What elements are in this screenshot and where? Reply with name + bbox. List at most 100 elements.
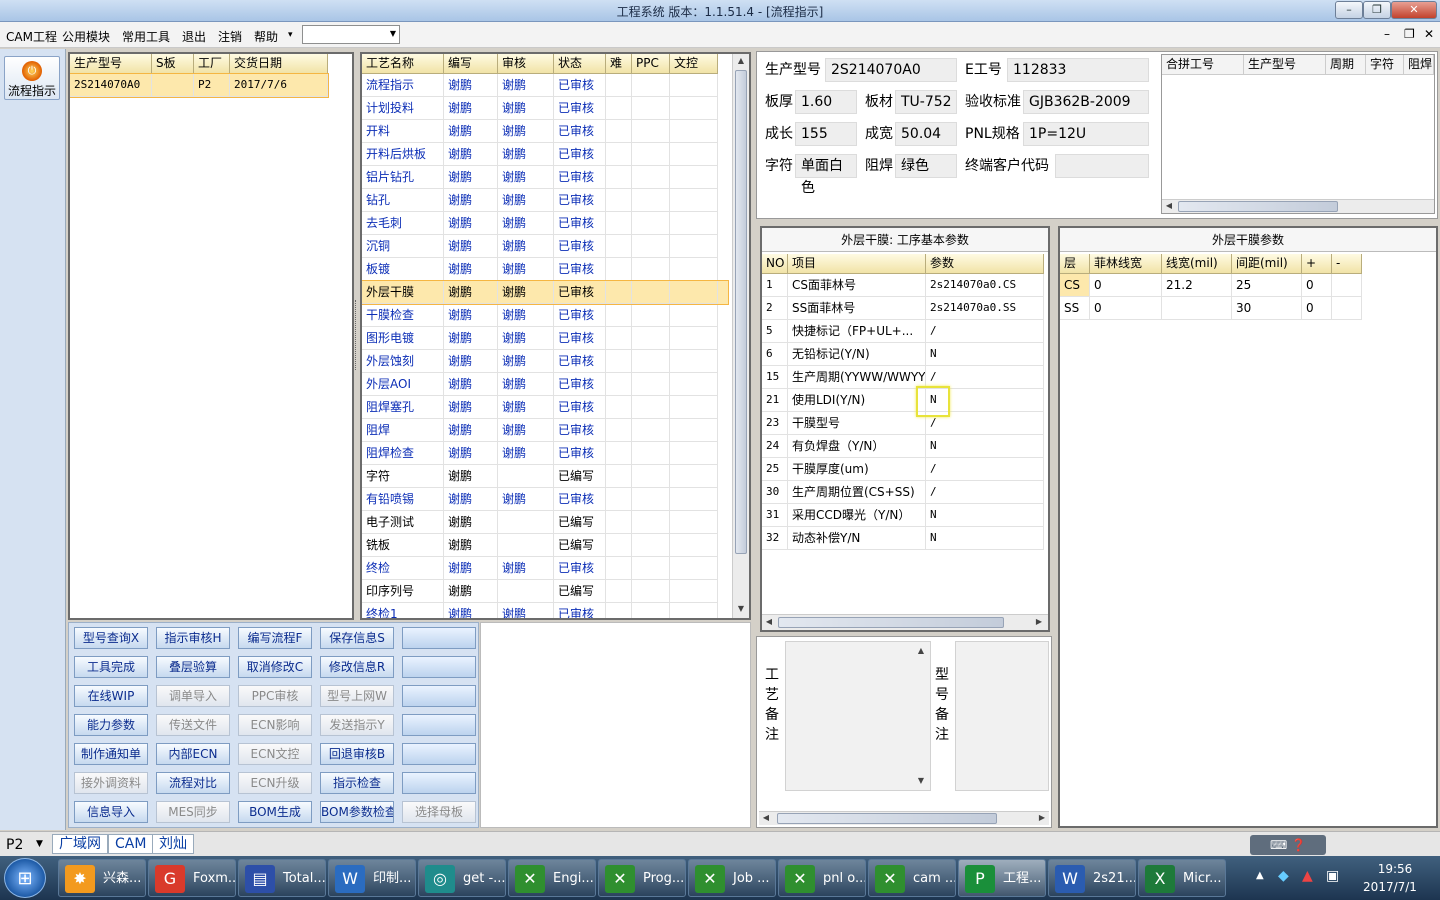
process-col-auditor[interactable]: 审核 xyxy=(498,54,554,74)
clock-date[interactable]: 2017/7/1 xyxy=(1352,880,1428,894)
process-col-writer[interactable]: 编写 xyxy=(444,54,498,74)
mdi-minimize-icon[interactable]: – xyxy=(1384,27,1390,41)
params-row[interactable]: 21 使用LDI(Y/N) N xyxy=(762,389,1048,412)
film-col-lw[interactable]: 线宽(mil) xyxy=(1162,254,1232,274)
tray-toolbar[interactable]: ⌨ ❓ xyxy=(1250,835,1326,855)
function-button[interactable]: 回退审核B xyxy=(320,743,394,765)
process-col-ppc[interactable]: PPC xyxy=(632,54,670,74)
params-col-value[interactable]: 参数 xyxy=(926,254,1044,274)
width-field[interactable]: 50.04 xyxy=(895,122,957,146)
process-row[interactable]: 钻孔 谢鹏 谢鹏 已审核 xyxy=(362,189,728,212)
process-row[interactable]: 印序列号 谢鹏 已编写 xyxy=(362,580,728,603)
film-col-layer[interactable]: 层 xyxy=(1060,254,1090,274)
scroll-up-icon[interactable]: ▲ xyxy=(914,646,928,655)
params-col-item[interactable]: 项目 xyxy=(788,254,926,274)
function-button[interactable]: PPC审核 xyxy=(238,685,312,707)
process-row[interactable]: 终检 谢鹏 谢鹏 已审核 xyxy=(362,557,728,580)
function-button[interactable]: 型号查询X xyxy=(74,627,148,649)
process-col-name[interactable]: 工艺名称 xyxy=(362,54,444,74)
taskbar-item[interactable]: W 印制... xyxy=(328,859,416,897)
process-row[interactable]: 流程指示 谢鹏 谢鹏 已审核 xyxy=(362,74,728,97)
scroll-down-icon[interactable]: ▼ xyxy=(734,604,748,613)
scroll-up-icon[interactable]: ▲ xyxy=(734,56,748,65)
minimize-button[interactable]: – xyxy=(1335,1,1363,19)
function-button[interactable]: 选择母板 xyxy=(402,801,476,823)
process-row[interactable]: 铣板 谢鹏 已编写 xyxy=(362,534,728,557)
function-button[interactable]: 工具完成 xyxy=(74,656,148,678)
function-button[interactable]: 内部ECN xyxy=(156,743,230,765)
taskbar-item[interactable]: ✕ Prog... xyxy=(598,859,686,897)
process-row[interactable]: 板镀 谢鹏 谢鹏 已审核 xyxy=(362,258,728,281)
tray-app-icon[interactable]: ▲ xyxy=(1302,868,1313,884)
function-button[interactable]: 叠层验算 xyxy=(156,656,230,678)
merge-col-model[interactable]: 生产型号 xyxy=(1244,55,1326,75)
menu-exit[interactable]: 退出 xyxy=(182,28,206,45)
process-row[interactable]: 电子测试 谢鹏 已编写 xyxy=(362,511,728,534)
film-lw[interactable] xyxy=(1162,297,1232,320)
film-row[interactable]: CS 0 21.2 25 0 xyxy=(1060,274,1436,297)
function-button[interactable]: 保存信息S xyxy=(320,627,394,649)
length-field[interactable]: 155 xyxy=(795,122,857,146)
params-value[interactable]: N xyxy=(926,343,1044,366)
process-row[interactable]: 外层干膜 谢鹏 谢鹏 已审核 xyxy=(362,280,729,305)
params-row[interactable]: 32 动态补偿Y/N N xyxy=(762,527,1048,550)
process-row[interactable]: 沉铜 谢鹏 谢鹏 已审核 xyxy=(362,235,728,258)
params-row[interactable]: 6 无铅标记(Y/N) N xyxy=(762,343,1048,366)
params-row[interactable]: 2 SS面菲林号 2s214070a0.SS xyxy=(762,297,1048,320)
film-col-plus[interactable]: + xyxy=(1302,254,1332,274)
taskbar-item[interactable]: X Micr... xyxy=(1138,859,1226,897)
process-col-doc[interactable]: 文控 xyxy=(670,54,718,74)
process-notes-textarea[interactable]: ▲ ▼ xyxy=(785,641,931,791)
params-value[interactable]: N xyxy=(926,435,1044,458)
network-icon[interactable]: ▣ xyxy=(1326,868,1339,884)
params-value[interactable]: / xyxy=(926,481,1044,504)
scroll-right-icon[interactable]: ▶ xyxy=(1035,813,1049,822)
process-row[interactable]: 有铅喷锡 谢鹏 谢鹏 已审核 xyxy=(362,488,728,511)
film-col-fw[interactable]: 菲林线宽 xyxy=(1090,254,1162,274)
process-row[interactable]: 干膜检查 谢鹏 谢鹏 已审核 xyxy=(362,304,728,327)
function-button[interactable] xyxy=(402,714,476,736)
menu-common-tools[interactable]: 常用工具 xyxy=(122,28,170,45)
restore-button[interactable]: ❐ xyxy=(1363,1,1391,19)
function-button[interactable]: 指示检查 xyxy=(320,772,394,794)
function-button[interactable]: 修改信息R xyxy=(320,656,394,678)
process-row[interactable]: 开料后烘板 谢鹏 谢鹏 已审核 xyxy=(362,143,728,166)
film-minus[interactable] xyxy=(1332,274,1362,297)
film-layer[interactable]: SS xyxy=(1060,297,1090,320)
menu-logout[interactable]: 注销 xyxy=(218,28,242,45)
merge-col-char[interactable]: 字符 xyxy=(1366,55,1404,75)
film-fw[interactable]: 0 xyxy=(1090,297,1162,320)
merge-hscrollbar[interactable]: ◀ xyxy=(1162,199,1434,213)
film-fw[interactable]: 0 xyxy=(1090,274,1162,297)
merge-scroll-thumb[interactable] xyxy=(1178,201,1338,212)
function-button[interactable]: 取消修改C xyxy=(238,656,312,678)
merge-col-mask[interactable]: 阻焊 xyxy=(1404,55,1434,75)
film-layer[interactable]: CS xyxy=(1060,274,1090,297)
scroll-left-icon[interactable]: ◀ xyxy=(759,813,773,822)
process-row[interactable]: 阻焊 谢鹏 谢鹏 已审核 xyxy=(362,419,728,442)
film-col-sp[interactable]: 间距(mil) xyxy=(1232,254,1302,274)
params-row[interactable]: 24 有负焊盘（Y/N） N xyxy=(762,435,1048,458)
tray-expand-icon[interactable]: ▲ xyxy=(1256,870,1264,881)
scroll-left-icon[interactable]: ◀ xyxy=(762,617,776,626)
scroll-right-icon[interactable]: ▶ xyxy=(1032,617,1046,626)
function-button[interactable]: 在线WIP xyxy=(74,685,148,707)
scroll-left-icon[interactable]: ◀ xyxy=(1162,201,1176,210)
start-button[interactable]: ⊞ xyxy=(4,858,46,898)
function-button[interactable]: 编写流程F xyxy=(238,627,312,649)
function-button[interactable]: 能力参数 xyxy=(74,714,148,736)
mdi-close-icon[interactable]: ✕ xyxy=(1424,27,1434,41)
model-notes-textarea[interactable] xyxy=(955,641,1049,791)
params-value[interactable]: N xyxy=(926,527,1044,550)
function-button[interactable]: 指示审核H xyxy=(156,627,230,649)
function-button[interactable] xyxy=(402,627,476,649)
orders-col-date[interactable]: 交货日期 xyxy=(230,54,328,74)
process-row[interactable]: 阻焊塞孔 谢鹏 谢鹏 已审核 xyxy=(362,396,728,419)
function-button[interactable]: ECN升级 xyxy=(238,772,312,794)
params-scroll-thumb[interactable] xyxy=(778,617,1004,628)
params-row[interactable]: 1 CS面菲林号 2s214070a0.CS xyxy=(762,274,1048,297)
function-button[interactable]: BOM生成 xyxy=(238,801,312,823)
process-row[interactable]: 计划投料 谢鹏 谢鹏 已审核 xyxy=(362,97,728,120)
function-button[interactable] xyxy=(402,743,476,765)
params-value[interactable]: / xyxy=(926,320,1044,343)
